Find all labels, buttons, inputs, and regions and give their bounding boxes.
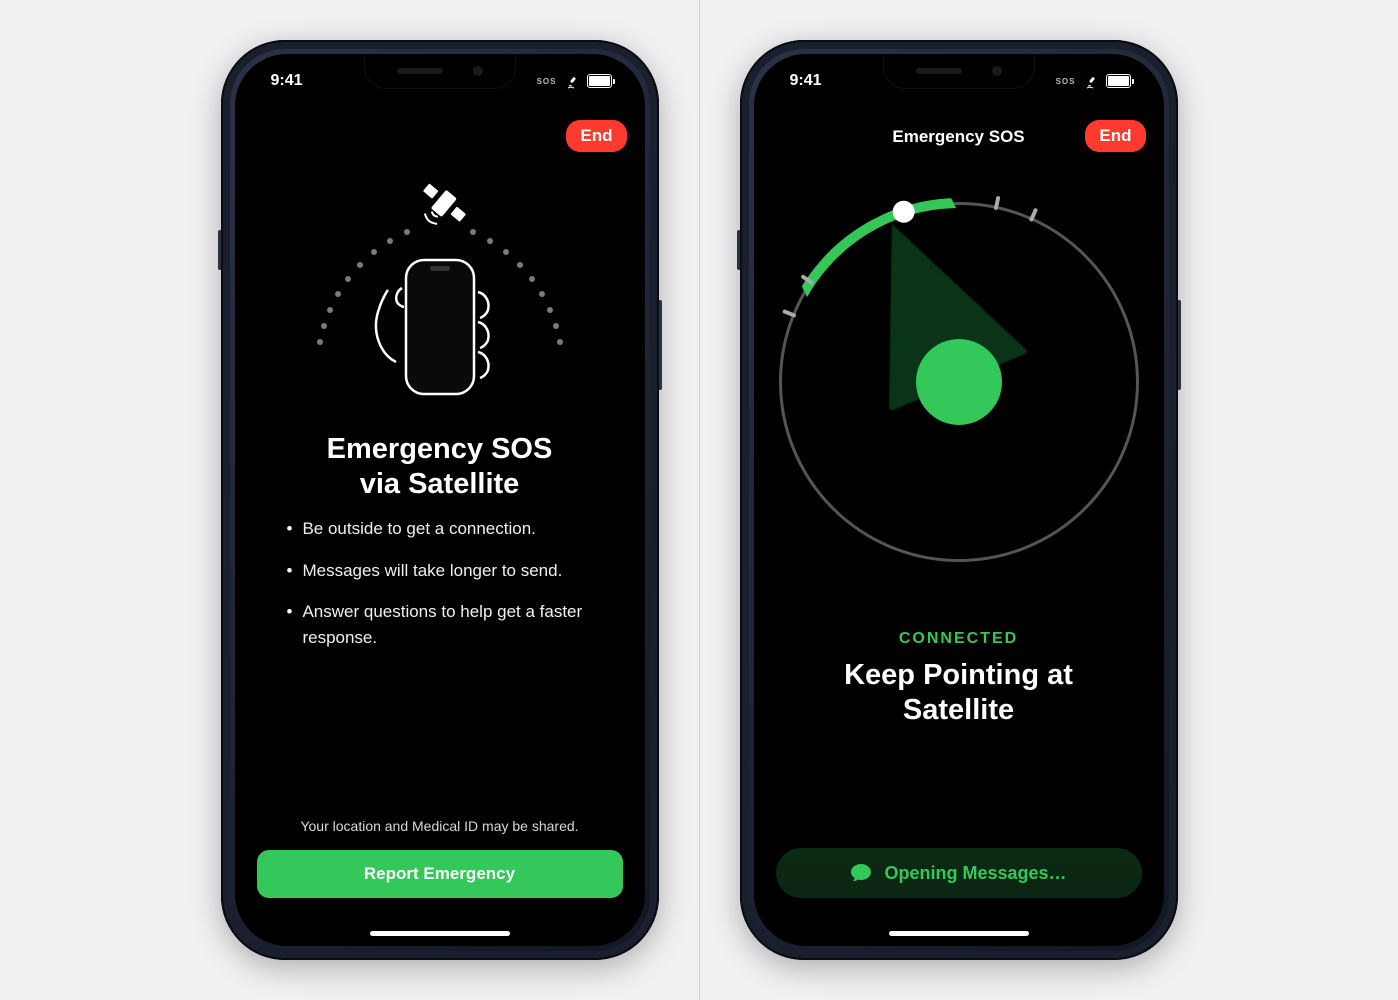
phone-notch [364,54,516,89]
status-sos-label: SOS [1056,77,1076,86]
instruction-item: Answer questions to help get a faster re… [302,599,604,650]
page-title: Emergency SOS via Satellite [235,432,645,503]
status-sos-label: SOS [537,77,557,86]
instruction-list: Be outside to get a connection. Messages… [287,516,605,666]
instruction-text: Keep Pointing at Satellite [754,658,1164,729]
vertical-divider [699,0,700,1000]
phone-notch [883,54,1035,89]
nav-title: Emergency SOS [892,127,1024,147]
instruction-item: Be outside to get a connection. [302,516,535,542]
status-time: 9:41 [271,72,303,90]
phone-mockup-left: 9:41 SOS End [221,40,659,960]
report-emergency-button[interactable]: Report Emergency [257,850,623,898]
chat-bubble-icon [850,863,872,883]
satellite-icon [565,73,581,89]
phone-mockup-right: 9:41 SOS Emergency SOS End [740,40,1178,960]
disclosure-text: Your location and Medical ID may be shar… [235,818,645,834]
sos-illustration [290,172,590,412]
end-button[interactable]: End [566,120,626,152]
home-indicator[interactable] [370,931,510,936]
device-position-indicator [916,339,1002,425]
end-button[interactable]: End [1085,120,1145,152]
battery-icon [1106,74,1134,88]
instruction-item: Messages will take longer to send. [302,558,562,584]
opening-messages-pill: Opening Messages… [776,848,1142,898]
satellite-icon [1084,73,1100,89]
status-time: 9:41 [790,72,822,90]
connection-status: CONNECTED [754,630,1164,648]
home-indicator[interactable] [889,931,1029,936]
satellite-compass [779,202,1139,562]
opening-messages-label: Opening Messages… [884,863,1066,884]
battery-icon [587,74,615,88]
